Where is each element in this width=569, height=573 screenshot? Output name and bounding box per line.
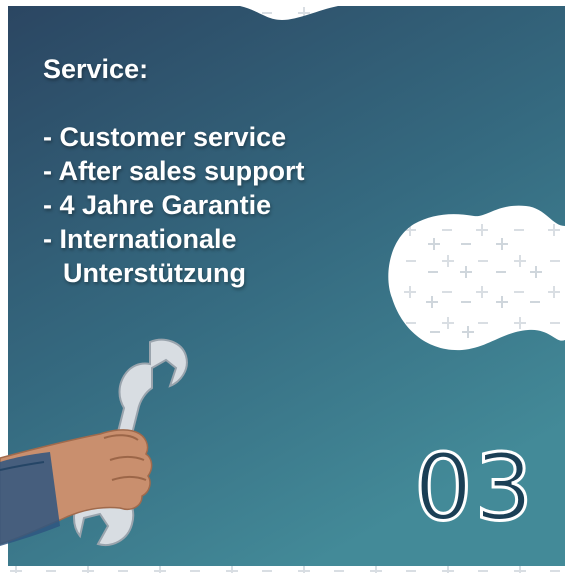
bullet-warranty: - 4 Jahre Garantie — [43, 190, 272, 220]
bullet-international-continuation: Unterstützung — [63, 258, 246, 288]
service-text-block: Service: - Customer service - After sale… — [43, 52, 305, 290]
step-number: 03 — [412, 434, 536, 541]
bullet-after-sales-support: - After sales support — [43, 156, 305, 186]
service-heading: Service: — [43, 54, 149, 84]
bullet-international: - Internationale — [43, 224, 237, 254]
bullet-customer-service: - Customer service — [43, 122, 287, 152]
service-card-stage: Service: - Customer service - After sale… — [0, 0, 569, 573]
wrench-in-hand-illustration — [0, 338, 188, 546]
